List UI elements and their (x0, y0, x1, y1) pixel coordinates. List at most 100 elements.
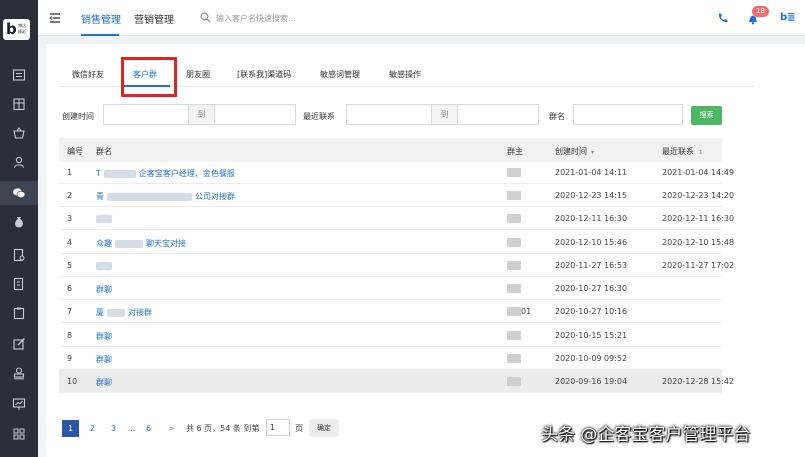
user-logo[interactable]: b≣ (780, 12, 796, 23)
watermark-text: 头条 @企客宝客户管理平台 (541, 425, 751, 445)
dashboard-icon[interactable] (0, 63, 38, 87)
created-time: 2020-11-27 16:53 (555, 261, 628, 270)
last-contact-start-input[interactable] (346, 104, 432, 125)
group-name-suffix: 对接群 (128, 308, 152, 317)
group-owner (507, 168, 521, 177)
tab-contact-me-channel-code[interactable]: [联系我]渠道码 (237, 69, 291, 80)
group-name-prefix: 厦 (96, 308, 104, 317)
group-name-prefix: 群聊 (96, 355, 112, 364)
row-id: 2 (67, 191, 73, 200)
create-time-start-input[interactable] (103, 104, 189, 125)
top-bar: 销售管理 营销管理 18 b≣ (38, 0, 805, 36)
sort-icon[interactable]: ↕ (698, 149, 703, 156)
group-name-input[interactable] (573, 104, 683, 125)
group-name-link[interactable]: T 企客宝客户经理、金色餐服 (96, 168, 235, 179)
header-owner: 群主 (507, 147, 523, 156)
group-name-link[interactable]: 群聊 (96, 284, 112, 295)
tab-sensitive-words[interactable]: 敏感词管理 (320, 69, 360, 80)
logo-mark: b (6, 20, 17, 38)
group-name-link[interactable]: 厦 对接群 (96, 307, 152, 318)
group-owner (507, 238, 521, 247)
phone-icon[interactable] (717, 12, 729, 24)
page-2-button[interactable]: 2 (84, 420, 101, 437)
last-contact-to-label: 到 (431, 104, 458, 125)
apps-grid-icon[interactable] (0, 422, 38, 446)
last-contact-end-input[interactable] (457, 104, 539, 125)
redacted-owner (507, 354, 521, 363)
create-time-label: 创建时间 (62, 112, 94, 121)
row-id: 3 (67, 214, 73, 223)
page-1-button[interactable]: 1 (62, 420, 79, 437)
redacted-owner (507, 331, 521, 340)
header-id: 编号 (67, 147, 83, 156)
group-owner (507, 261, 521, 270)
redacted-owner (507, 261, 521, 270)
wechat-icon[interactable] (0, 181, 38, 205)
group-owner: 01 (507, 307, 531, 316)
group-owner (507, 214, 521, 223)
sidebar: b 博达 精彩 (0, 0, 38, 457)
page-6-button[interactable]: 6 (140, 420, 157, 437)
basket-icon[interactable] (0, 121, 38, 145)
last-contact-time: 2021-01-04 14:49 (662, 168, 735, 177)
tab-wechat-friends[interactable]: 微信好友 (72, 69, 104, 80)
search-button[interactable]: 搜索 (691, 106, 722, 125)
group-name-prefix: 群聊 (96, 285, 112, 294)
group-name-suffix: 公司对接群 (195, 192, 235, 201)
group-name-link[interactable]: 青 公司对接群 (96, 191, 235, 202)
document-edit-icon[interactable] (0, 272, 38, 296)
created-time: 2020-10-27 16:30 (555, 284, 628, 293)
row-id: 5 (67, 261, 73, 270)
group-name-link[interactable]: 群聊 (96, 354, 112, 365)
redacted-owner (507, 238, 521, 247)
next-page-icon[interactable]: > (163, 420, 180, 437)
group-name-prefix: 青 (96, 192, 104, 201)
table-header (59, 138, 722, 162)
redacted-owner (507, 284, 521, 293)
header-created-time[interactable]: 创建时间 ▾ (555, 146, 594, 157)
redacted-name (115, 239, 143, 248)
created-time: 2020-10-15 15:21 (555, 331, 628, 340)
group-name-link[interactable] (96, 214, 112, 223)
group-name-link[interactable]: 众趣 聊天宝对接 (96, 238, 186, 249)
jump-confirm-button[interactable]: 确定 (309, 419, 339, 437)
redacted-owner (507, 214, 521, 223)
app-logo[interactable]: b 博达 精彩 (3, 19, 30, 40)
contacts-icon[interactable] (0, 150, 38, 174)
document-settings-icon[interactable] (0, 243, 38, 267)
clipboard-icon[interactable] (0, 301, 38, 325)
report-icon[interactable] (0, 392, 38, 416)
tab-marketing-management[interactable]: 营销管理 (134, 11, 174, 26)
redacted-name (107, 192, 192, 201)
group-owner (507, 377, 521, 386)
group-name-link[interactable] (96, 261, 112, 270)
create-time-end-input[interactable] (214, 104, 296, 125)
created-time: 2020-10-27 10:16 (555, 307, 628, 316)
redacted-owner (507, 168, 521, 177)
sort-desc-icon[interactable]: ▾ (591, 149, 594, 156)
tab-sales-management[interactable]: 销售管理 (81, 11, 121, 26)
group-name-link[interactable]: 群聊 (96, 377, 112, 388)
row-id: 7 (67, 307, 73, 316)
redacted-owner (507, 191, 521, 200)
stamp-icon[interactable] (0, 361, 38, 385)
tab-sensitive-operations[interactable]: 敏感操作 (389, 69, 421, 80)
pencil-icon[interactable] (0, 332, 38, 356)
money-bag-icon[interactable] (0, 210, 38, 234)
jump-page-input[interactable]: 1 (266, 419, 290, 436)
group-name-prefix: 众趣 (96, 239, 112, 248)
menu-toggle-icon[interactable] (49, 12, 61, 24)
building-icon[interactable] (0, 92, 38, 116)
tab-moments[interactable]: 朋友圈 (186, 69, 210, 80)
row-id: 9 (67, 354, 73, 363)
page-3-button[interactable]: 3 (105, 420, 122, 437)
last-contact-time: 2020-12-28 15:42 (662, 377, 735, 386)
last-contact-label: 最近联系 (303, 112, 335, 121)
group-name-prefix: 群聊 (96, 332, 112, 341)
group-name-prefix: 群聊 (96, 378, 112, 387)
group-name-suffix: 聊天宝对接 (146, 239, 186, 248)
created-time: 2020-09-16 19:04 (555, 377, 628, 386)
customer-search-input[interactable] (216, 10, 366, 26)
group-name-link[interactable]: 群聊 (96, 331, 112, 342)
header-last-contact[interactable]: 最近联系 ↕ (662, 146, 703, 157)
